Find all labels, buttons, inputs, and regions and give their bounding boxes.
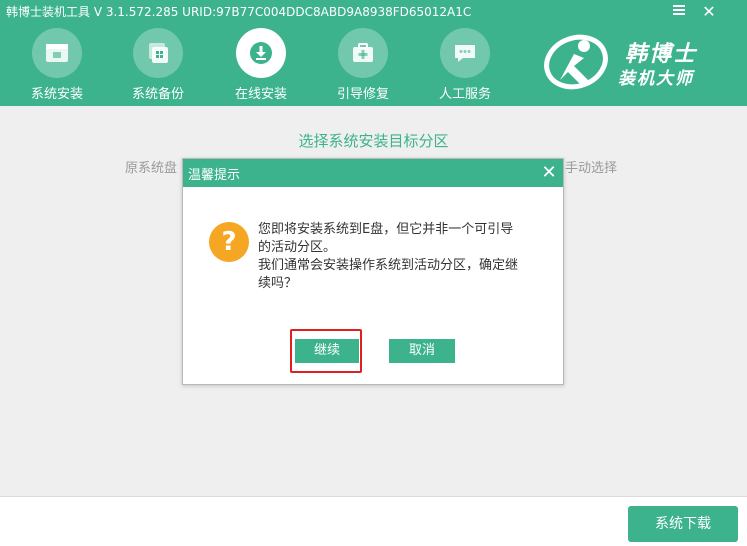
continue-button[interactable]: 继续	[295, 339, 359, 363]
nav-item-online-install[interactable]: 在线安装	[211, 28, 311, 106]
nav-label: 引导修复	[336, 87, 389, 102]
app-header: 韩博士装机工具 V 3.1.572.285 URID:97B77C004DDC8…	[0, 0, 747, 106]
page-title: 选择系统安装目标分区	[298, 132, 449, 150]
page-description-left: 原系统盘	[125, 161, 178, 176]
nav-item-system-backup[interactable]: 系统备份	[108, 28, 208, 106]
nav-item-customer-service[interactable]: 人工服务	[415, 28, 515, 106]
dialog-title: 温馨提示	[188, 168, 241, 183]
dialog-message-line: 您即将安装系统到E盘，但它并非一个可引导	[258, 222, 514, 237]
nav-item-boot-repair[interactable]: 引导修复	[313, 28, 413, 106]
window-title: 韩博士装机工具 V 3.1.572.285 URID:97B77C004DDC8…	[6, 5, 472, 19]
system-backup-icon	[133, 28, 183, 78]
brand-logo: 韩博士 装机大师	[540, 32, 740, 92]
system-download-button[interactable]: 系统下载	[628, 506, 738, 542]
boot-repair-icon	[338, 28, 388, 78]
logo-text-secondary: 装机大师	[618, 69, 694, 89]
dialog-message-line: 续吗？	[258, 276, 298, 291]
online-install-icon	[236, 28, 286, 78]
dialog-message: 您即将安装系统到E盘，但它并非一个可引导 的活动分区。 我们通常会安装操作系统到…	[258, 221, 553, 293]
question-icon: ?	[209, 222, 249, 262]
close-icon[interactable]: ✕	[698, 2, 720, 22]
cancel-button[interactable]: 取消	[389, 339, 455, 363]
dialog-close-icon[interactable]: ✕	[539, 162, 559, 184]
dialog-header: 温馨提示 ✕	[183, 159, 563, 187]
dialog-message-line: 的活动分区。	[258, 240, 337, 255]
footer-bar: 系统下载	[0, 496, 747, 546]
nav-label: 系统安装	[30, 87, 83, 102]
dialog-message-line: 我们通常会安装操作系统到活动分区，确定继	[258, 258, 519, 273]
system-install-icon	[32, 28, 82, 78]
nav-label: 系统备份	[131, 87, 184, 102]
page-description-right: 手动选择	[565, 161, 618, 176]
nav-item-system-install[interactable]: 系统安装	[7, 28, 107, 106]
minimize-icon[interactable]	[668, 2, 690, 22]
confirm-dialog: 温馨提示 ✕ ? 您即将安装系统到E盘，但它并非一个可引导 的活动分区。 我们通…	[182, 158, 564, 385]
nav-label: 在线安装	[234, 87, 287, 102]
logo-mark-icon	[544, 34, 608, 90]
nav-label: 人工服务	[438, 87, 491, 102]
customer-service-icon	[440, 28, 490, 78]
